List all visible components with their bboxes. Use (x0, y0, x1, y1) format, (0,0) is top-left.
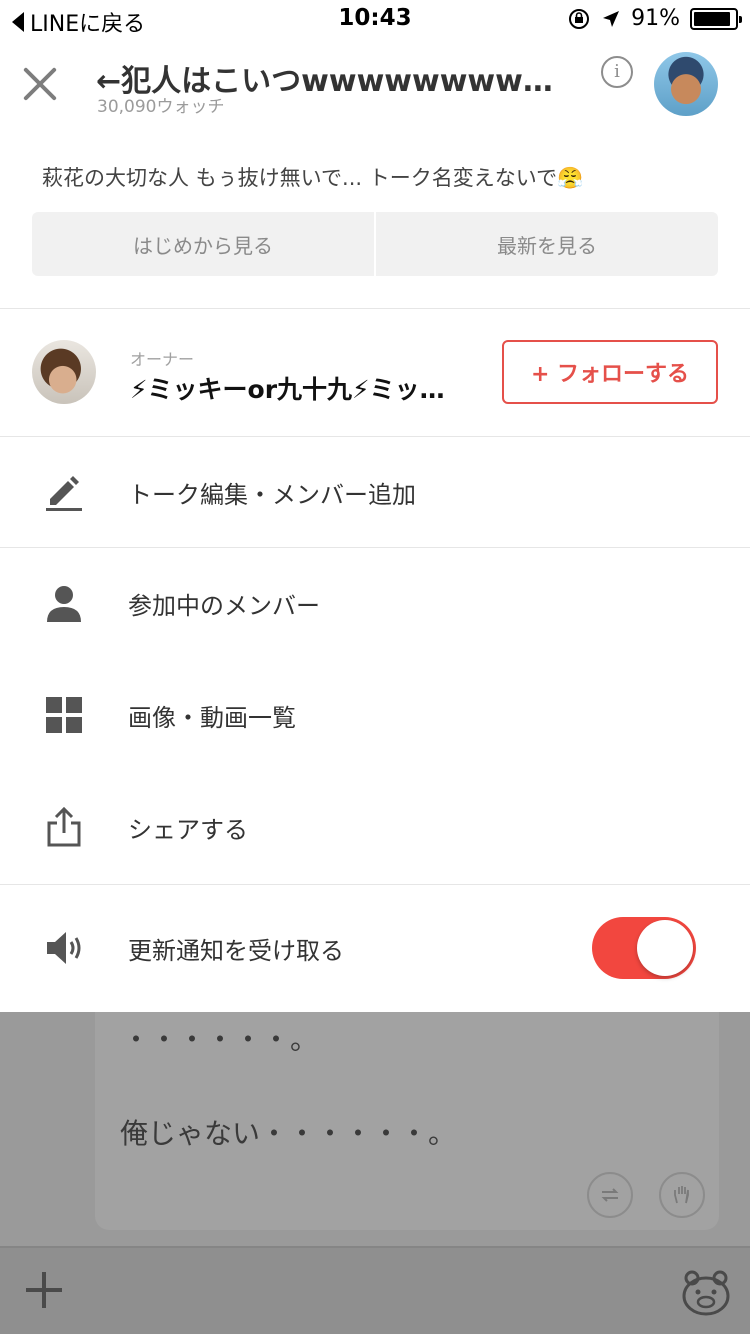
view-latest-button[interactable]: 最新を見る (376, 212, 718, 276)
menu-label-notify: 更新通知を受け取る (128, 936, 344, 965)
close-icon[interactable] (20, 64, 60, 104)
notify-toggle[interactable] (592, 917, 696, 979)
menu-item-members[interactable]: 参加中のメンバー (0, 548, 750, 658)
toggle-knob (637, 920, 693, 976)
background-post-line: ・・・・・・。 (122, 1023, 319, 1056)
follow-button[interactable]: + フォローする (502, 340, 718, 404)
menu-item-share[interactable]: シェアする (0, 772, 750, 882)
repost-arrows-icon (601, 1188, 619, 1202)
battery-icon (690, 7, 742, 30)
divider (0, 308, 750, 309)
info-icon[interactable]: i (601, 56, 633, 88)
speaker-icon (47, 932, 81, 964)
status-icons: 91% (567, 6, 742, 31)
menu-item-notify: 更新通知を受け取る (0, 893, 750, 1003)
owner-label: オーナー (130, 350, 195, 369)
divider (0, 884, 750, 885)
location-arrow-icon (603, 10, 620, 27)
battery-level (694, 11, 731, 26)
sticker-icon[interactable] (680, 1266, 732, 1318)
menu-label-share: シェアする (128, 815, 248, 844)
chat-description: 萩花の大切な人 もぅ抜け無いで... トーク名変えないで😤 (42, 166, 584, 190)
menu-item-edit[interactable]: トーク編集・メンバー追加 (0, 437, 750, 547)
menu-label-edit: トーク編集・メンバー追加 (128, 480, 416, 509)
clap-icon[interactable] (659, 1172, 705, 1218)
hand-icon (674, 1186, 689, 1204)
background-post-line: 俺じゃない・・・・・・。 (120, 1117, 457, 1150)
owner-avatar[interactable] (32, 340, 96, 404)
plus-icon[interactable] (24, 1270, 64, 1310)
view-from-start-button[interactable]: はじめから見る (32, 212, 374, 276)
view-buttons: はじめから見る 最新を見る (32, 212, 718, 276)
menu-label-members: 参加中のメンバー (128, 591, 320, 620)
sheet-header: ←犯人はこいつwwwwwwwwwwwwwwww 30,090ウォッチ i (0, 40, 750, 140)
pencil-icon (46, 476, 82, 511)
rotation-lock-icon (569, 8, 590, 29)
share-icon (47, 807, 81, 847)
chat-info-sheet: ←犯人はこいつwwwwwwwwwwwwwwww 30,090ウォッチ i 萩花の… (0, 40, 750, 1012)
menu-label-media: 画像・動画一覧 (128, 703, 296, 732)
person-icon (47, 586, 81, 622)
grid-icon (46, 697, 82, 733)
repost-icon[interactable] (587, 1172, 633, 1218)
owner-row: オーナー ⚡ミッキーor九十九⚡ミッキーor九十九 + フォローする (0, 310, 750, 436)
menu-item-media[interactable]: 画像・動画一覧 (0, 660, 750, 770)
bottom-input-bar (0, 1246, 750, 1334)
chat-avatar[interactable] (654, 52, 718, 116)
status-bar: LINEに戻る 10:43 91% (0, 0, 750, 40)
watch-count: 30,090ウォッチ (97, 97, 225, 117)
owner-name[interactable]: ⚡ミッキーor九十九⚡ミッキーor九十九 (130, 370, 450, 406)
battery-percent: 91% (631, 6, 680, 31)
